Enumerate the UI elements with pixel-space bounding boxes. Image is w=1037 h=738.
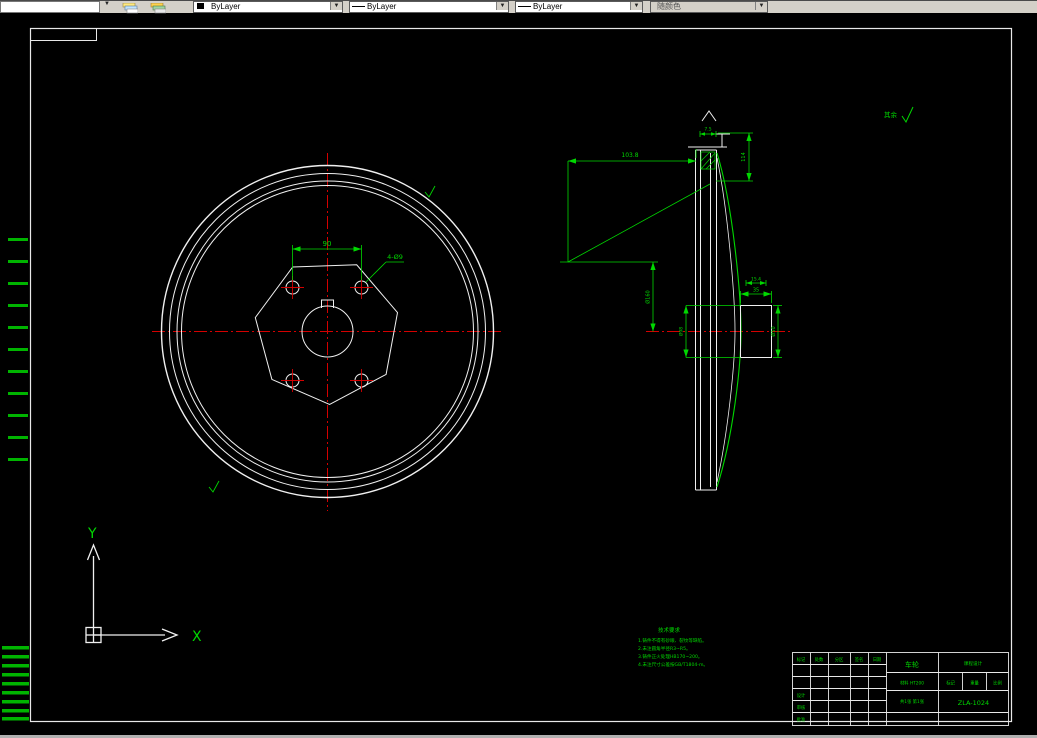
web-outline xyxy=(254,264,399,405)
drawing-canvas[interactable]: 90 4-Ø9 103.8 114 Ø160 Ø98 Ø50 35 15.4 7… xyxy=(0,0,1037,738)
chevron-down-icon[interactable]: ▼ xyxy=(330,2,342,10)
chevron-down-icon[interactable]: ▼ xyxy=(630,2,642,10)
dim-text-hub-boss: Ø98 xyxy=(678,327,685,336)
tech-note-line: 1.铸件不得有砂眼、裂纹等缺陷。 xyxy=(638,637,707,644)
chevron-down-icon[interactable]: ▼ xyxy=(104,1,110,7)
dim-text-overall-width: 103.8 xyxy=(621,152,638,159)
chevron-down-icon[interactable]: ▼ xyxy=(755,2,767,10)
title-block: 标记 处数 分区 签名 日期 设计 审核 批准 车轮 课程设计 材料 HT200… xyxy=(792,652,1009,726)
roughness-mark-icon xyxy=(208,480,220,493)
rev-header-cell: 日期 xyxy=(873,657,882,663)
ucs-x-label: X xyxy=(192,629,202,645)
roughness-mark-icon xyxy=(901,106,914,124)
linetype-sample xyxy=(352,6,365,7)
rev-header-cell: 分区 xyxy=(835,656,844,663)
roughness-mark-icon xyxy=(424,185,436,198)
dim-text-hub-bore: Ø50 xyxy=(770,326,777,336)
tire-profile-curve xyxy=(716,152,742,488)
part-name: 车轮 xyxy=(905,660,919,669)
stage-cell: 标记 xyxy=(946,680,955,687)
tech-note-line: 3.铸件正火处理HB170~200。 xyxy=(638,653,703,660)
tech-notes: 技术要求 1.铸件不得有砂眼、裂纹等缺陷。 2.未注圆角半径R3~R5。 3.铸… xyxy=(638,626,708,668)
linetype-combo-value: ByLayer xyxy=(367,2,397,11)
tech-note-line: 4.未注尺寸公差按GB/T1804-m。 xyxy=(638,661,708,668)
layers-icon[interactable] xyxy=(122,1,139,14)
color-swatch xyxy=(197,3,204,9)
front-view: 90 4-Ø9 xyxy=(152,153,503,511)
tech-notes-title: 技术要求 xyxy=(658,626,681,634)
sheet-cell: 共1张 第1张 xyxy=(900,698,925,705)
ratio-cell: 比例 xyxy=(993,680,1002,687)
dim-text-bolt-spacing: 90 xyxy=(323,240,332,248)
lineweight-control-combo[interactable]: ByLayer ▼ xyxy=(515,1,643,13)
leader-bolt-callout xyxy=(365,261,404,283)
plotstyle-control-combo[interactable]: 随颜色 ▼ xyxy=(650,1,768,13)
ucs-y-label: Y xyxy=(87,526,97,542)
finish-rest-label: 其余 xyxy=(884,110,898,119)
lineweight-sample xyxy=(518,6,531,7)
org-name: 课程设计 xyxy=(964,660,983,667)
side-view: 103.8 114 Ø160 Ø98 Ø50 35 15.4 7.5 xyxy=(560,110,792,491)
sheet-frame xyxy=(29,27,1013,723)
dim-text-web-dia: Ø160 xyxy=(645,290,652,303)
properties-toolbar: ▼ ByLayer ▼ ByLayer ▼ ByLayer ▼ 随颜色 ▼ xyxy=(0,0,1037,14)
dim-text-rim-step: 15.4 xyxy=(751,277,761,283)
rev-header-cell: 处数 xyxy=(815,656,824,663)
color-control-combo[interactable]: ByLayer ▼ xyxy=(193,1,343,13)
dim-text-hub-length: 35 xyxy=(753,288,759,294)
rev-header-cell: 签名 xyxy=(855,656,864,663)
layout-tick-marks xyxy=(2,238,29,721)
front-centerlines xyxy=(152,153,503,511)
sign-row-label: 审核 xyxy=(797,704,806,711)
linetype-control-combo[interactable]: ByLayer ▼ xyxy=(349,1,509,13)
tech-note-line: 2.未注圆角半径R3~R5。 xyxy=(638,645,691,652)
bolt-callout-text: 4-Ø9 xyxy=(387,253,403,261)
material-cell: 材料 HT200 xyxy=(900,680,924,687)
surface-finish-note: 其余 xyxy=(884,106,914,124)
layer-combo-cutoff[interactable] xyxy=(0,1,100,13)
rim-section-hatch xyxy=(700,151,716,170)
drawing-number: ZLA-1024 xyxy=(958,699,989,707)
sign-row-label: 设计 xyxy=(797,692,806,699)
plotstyle-combo-value: 随颜色 xyxy=(657,2,681,11)
dim-text-rim-height: 114 xyxy=(741,152,747,162)
ucs-icon xyxy=(85,543,179,644)
lineweight-combo-value: ByLayer xyxy=(533,2,563,11)
color-combo-value: ByLayer xyxy=(211,2,241,11)
layer-properties-icon[interactable] xyxy=(150,1,167,14)
chevron-down-icon[interactable]: ▼ xyxy=(496,2,508,10)
weight-cell: 重量 xyxy=(970,680,979,687)
application-window: ▼ ByLayer ▼ ByLayer ▼ ByLayer ▼ 随颜色 ▼ 90… xyxy=(0,0,1037,738)
dim-text-lip: 7.5 xyxy=(704,127,711,133)
rev-header-cell: 标记 xyxy=(797,656,806,663)
side-dim-lines xyxy=(560,131,782,358)
sign-row-label: 批准 xyxy=(797,716,806,723)
